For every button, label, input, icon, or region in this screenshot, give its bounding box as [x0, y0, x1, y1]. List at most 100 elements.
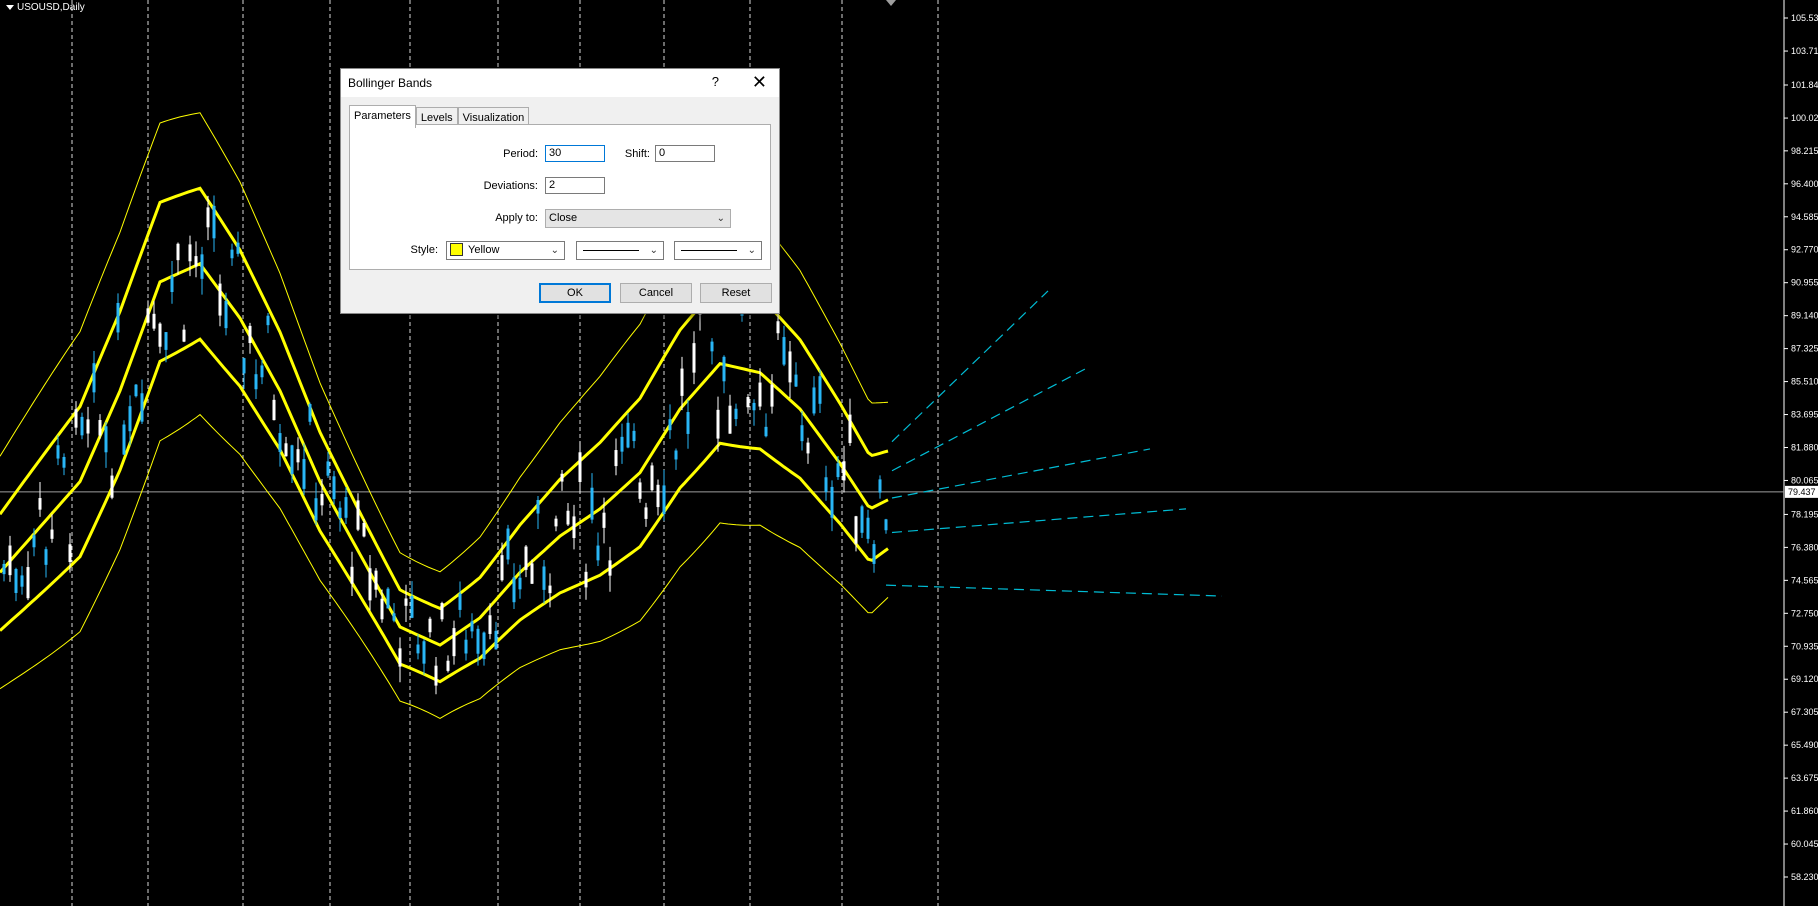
line-width-select[interactable]: ⌄ [674, 241, 762, 260]
candle-body [62, 456, 66, 468]
candle-body [536, 499, 540, 514]
apply-to-select[interactable]: Close ⌄ [545, 209, 731, 228]
candle-body [272, 399, 276, 421]
price-axis-label: 70.935 [1791, 641, 1818, 651]
candle-body [842, 461, 846, 481]
candle-body [674, 450, 678, 460]
candle-body [104, 426, 108, 453]
price-axis-label: 103.71 [1791, 46, 1818, 56]
price-chart[interactable]: 105.53 103.71 101.84 100.02 98.215 96.400 94.5… [0, 0, 1818, 906]
candle-body [92, 363, 96, 393]
dialog-title: Bollinger Bands [348, 76, 433, 90]
candle-body [590, 487, 594, 520]
shift-input[interactable]: 0 [655, 145, 715, 162]
candle-body [716, 409, 720, 439]
price-axis-label: 83.695 [1791, 410, 1818, 420]
candle-body [668, 419, 672, 431]
candle-body [350, 566, 354, 584]
style-label: Style: [410, 244, 438, 256]
symbol-label[interactable]: USOUSD,Daily [6, 2, 85, 13]
candle-body [776, 321, 780, 334]
candle-body [182, 329, 186, 342]
candle-body [338, 507, 342, 519]
candle-body [362, 522, 366, 537]
candle-body [224, 300, 228, 329]
period-input[interactable]: 30 [545, 145, 605, 162]
candle-body [308, 404, 312, 422]
candle-body [260, 365, 264, 378]
candle-body [356, 500, 360, 530]
candle-body [650, 465, 654, 491]
candle-body [554, 518, 558, 527]
candle-body [236, 242, 240, 254]
candle-body [530, 563, 534, 584]
candle-body [422, 641, 426, 664]
candle-body [38, 498, 42, 510]
candle-body [656, 484, 660, 508]
candle-body [314, 498, 318, 521]
reset-button[interactable]: Reset [700, 283, 772, 303]
candle-body [2, 563, 6, 575]
candle-body [488, 615, 492, 634]
candle-body [242, 358, 246, 374]
chart-menu-triangle-icon[interactable] [6, 5, 14, 10]
candle-body [368, 568, 372, 601]
candle-body [146, 308, 150, 323]
candle-body [476, 628, 480, 654]
chart-canvas[interactable]: 105.53 103.71 101.84 100.02 98.215 96.400 94.5… [0, 0, 1818, 906]
candle-body [680, 368, 684, 396]
style-color-select[interactable]: Yellow ⌄ [446, 241, 565, 260]
candle-body [548, 585, 552, 594]
candle-body [206, 207, 210, 228]
price-axis-label: 89.140 [1791, 311, 1818, 321]
candle-body [800, 425, 804, 442]
candle-body [218, 283, 222, 316]
chart-shift-marker-icon [886, 0, 896, 6]
projection-trendline [891, 368, 1086, 472]
price-axis-label: 101.84 [1791, 80, 1818, 90]
candle-body [506, 528, 510, 560]
price-axis-label: 76.380 [1791, 542, 1818, 552]
candle-body [518, 577, 522, 590]
candle-body [782, 337, 786, 365]
deviations-input[interactable]: 2 [545, 177, 605, 194]
candle-body [170, 276, 174, 292]
candle-body [200, 254, 204, 279]
candle-body [878, 479, 882, 493]
candle-body [854, 516, 858, 544]
close-icon[interactable]: ✕ [752, 71, 767, 93]
tab-parameters[interactable]: Parameters [349, 105, 416, 128]
candle-body [344, 497, 348, 518]
middle-band [0, 261, 889, 647]
candle-body [284, 443, 288, 457]
candle-body [746, 396, 750, 408]
chevron-down-icon: ⌄ [747, 245, 756, 256]
price-axis-label: 65.490 [1791, 740, 1818, 750]
candle-body [152, 313, 156, 329]
candle-body [134, 384, 138, 397]
apply-to-label: Apply to: [495, 212, 538, 224]
price-axis-label: 100.02 [1791, 113, 1818, 123]
candle-body [8, 545, 12, 576]
line-style-select[interactable]: ⌄ [576, 241, 664, 260]
price-axis-label: 72.750 [1791, 608, 1818, 618]
candle-body [110, 475, 114, 498]
candle-body [446, 660, 450, 671]
help-icon[interactable]: ? [712, 74, 719, 89]
candle-body [734, 408, 738, 420]
candle-body [632, 430, 636, 442]
candle-body [20, 575, 24, 587]
candle-body [572, 516, 576, 539]
cancel-button[interactable]: Cancel [620, 283, 692, 303]
outer-lower-band [0, 413, 889, 719]
ok-button[interactable]: OK [539, 283, 611, 303]
dialog-titlebar[interactable]: Bollinger Bands ? ✕ [341, 69, 779, 97]
price-axis-label: 80.065 [1791, 475, 1818, 485]
candle-body [428, 618, 432, 633]
candle-body [164, 332, 168, 350]
price-axis-label: 96.400 [1791, 179, 1818, 189]
candle-body [122, 424, 126, 455]
candle-body [278, 433, 282, 452]
candle-body [296, 449, 300, 463]
candle-body [434, 665, 438, 686]
